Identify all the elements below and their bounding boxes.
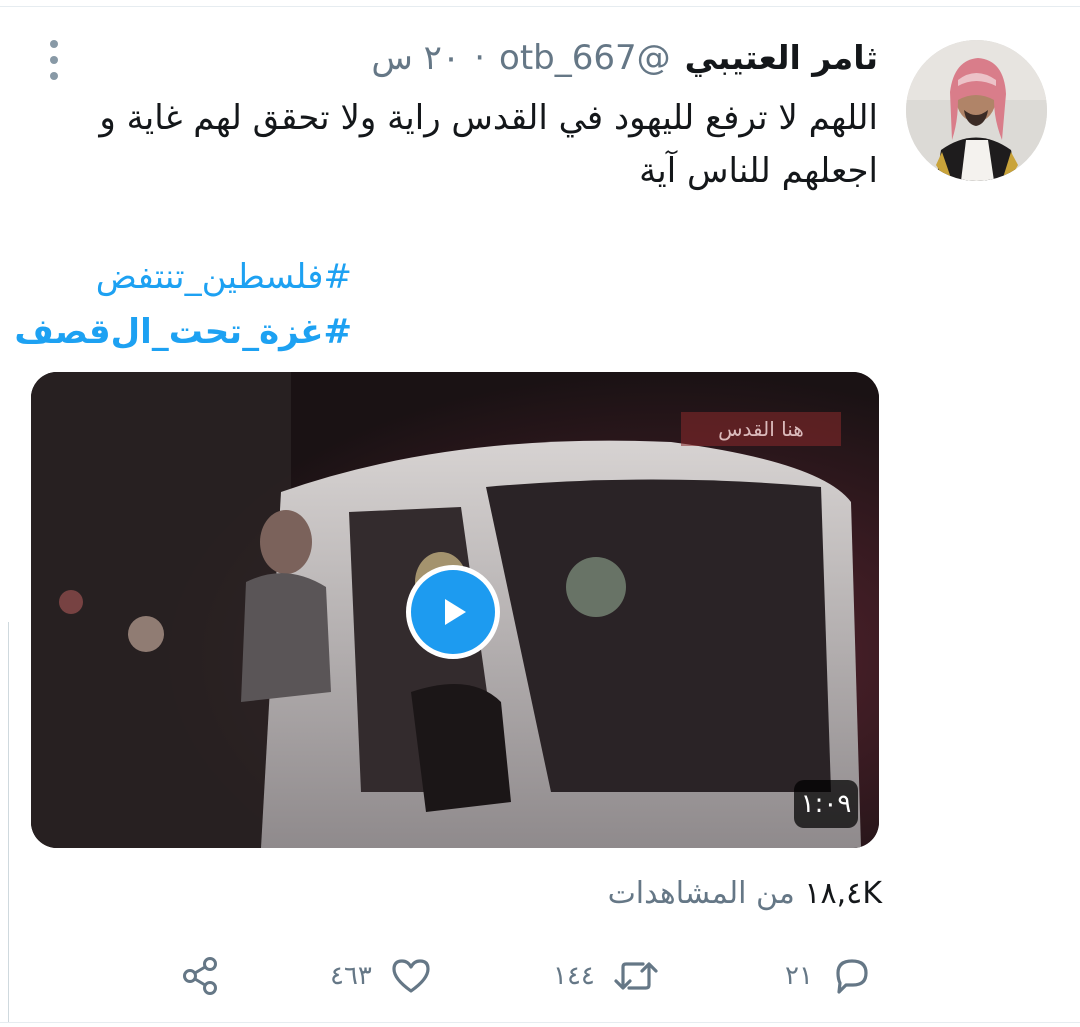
hashtag-list: #فلسطين_تنتفض #غزة_تحت_ال‌قصف	[14, 250, 352, 360]
share-icon	[183, 957, 217, 995]
reply-count: ٢١	[785, 961, 813, 991]
video-duration: ١:٠٩	[794, 780, 858, 828]
tweet-header: ثامر العتيبي @otb_667 · ٢٠ س	[371, 38, 878, 82]
play-button[interactable]	[406, 565, 500, 659]
tweet-screen: ثامر العتيبي @otb_667 · ٢٠ س اللهم لا تر…	[0, 0, 1080, 1027]
like-count: ٤٦٣	[330, 961, 372, 991]
video-watermark: هنا القدس	[718, 417, 804, 441]
retweet-button[interactable]: ١٤٤	[553, 948, 661, 1004]
panel-edge	[8, 622, 9, 1022]
hashtag-link[interactable]: #فلسطين_تنتفض	[14, 250, 352, 305]
view-count-label: من المشاهدات	[607, 876, 795, 911]
tweet-text-line: اللهم لا ترفع لليهود في القدس راية ولا ت…	[99, 98, 878, 138]
author-name[interactable]: ثامر العتيبي	[685, 38, 878, 77]
retweet-count: ١٤٤	[553, 961, 595, 991]
tweet-text: اللهم لا ترفع لليهود في القدس راية ولا ت…	[48, 92, 878, 198]
author-handle[interactable]: @otb_667	[499, 38, 671, 78]
bottom-divider	[0, 1022, 1080, 1023]
retweet-icon	[614, 962, 658, 990]
view-count-number: ١٨,٤K	[804, 876, 882, 911]
hashtag-link[interactable]: #غزة_تحت_ال‌قصف	[14, 305, 352, 360]
play-icon	[445, 599, 466, 625]
more-options-icon[interactable]	[44, 40, 64, 80]
avatar[interactable]	[906, 40, 1047, 181]
like-button[interactable]: ٤٦٣	[330, 948, 434, 1004]
reply-button[interactable]: ٢١	[785, 948, 875, 1004]
reply-icon	[836, 959, 868, 994]
separator-dot: ·	[474, 38, 486, 78]
tweet-text-line: اجعلهم للناس آية	[639, 151, 878, 191]
view-count: ١٨,٤K من المشاهدات	[608, 876, 882, 911]
top-divider	[0, 6, 1080, 7]
tweet-time[interactable]: ٢٠ س	[371, 38, 460, 78]
share-button[interactable]	[178, 948, 224, 1004]
heart-icon	[392, 959, 430, 993]
